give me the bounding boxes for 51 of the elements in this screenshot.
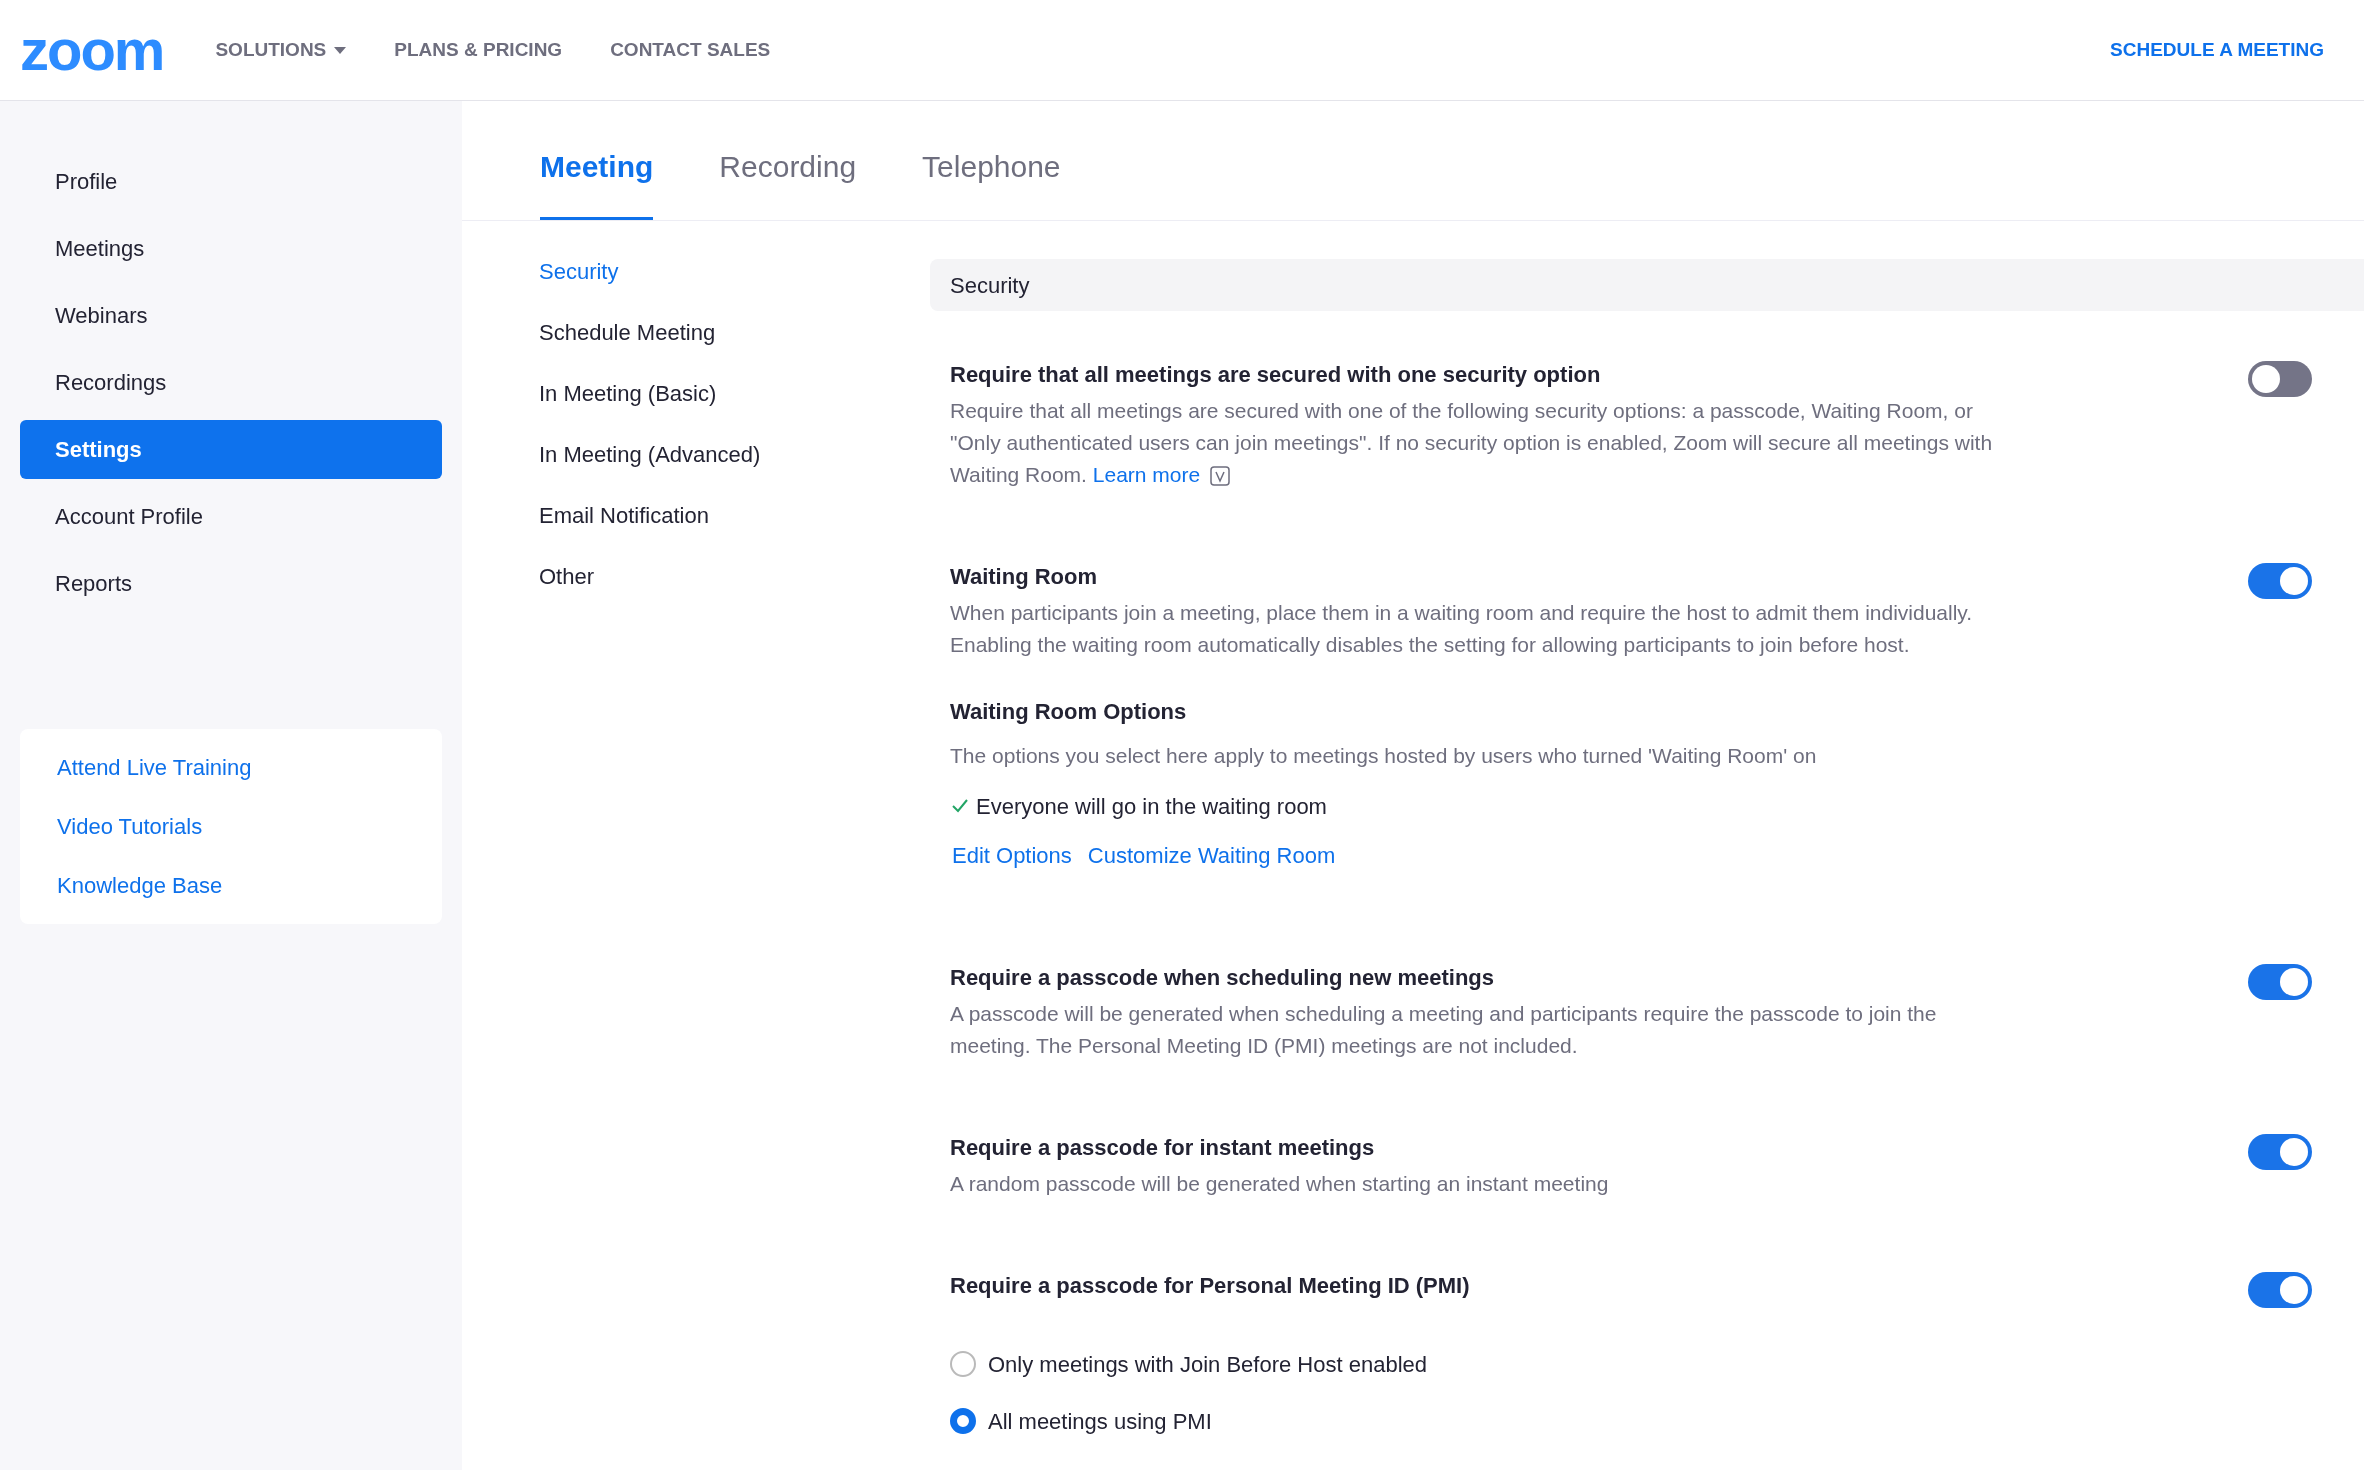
learn-more-link[interactable]: Learn more bbox=[1092, 463, 1201, 486]
nav-link[interactable]: CONTACT SALES bbox=[610, 35, 771, 65]
setting-title: Waiting Room bbox=[950, 563, 1099, 591]
subnav-item[interactable]: In Meeting (Basic) bbox=[539, 381, 930, 406]
radio-label: Only meetings with Join Before Host enabled bbox=[988, 1350, 1427, 1379]
subnav-item[interactable]: Other bbox=[539, 564, 930, 589]
setting-description: A random passcode will be generated when starting an instant meeting bbox=[950, 1170, 1610, 1197]
subnav-item[interactable]: Security bbox=[539, 259, 930, 284]
subnav-item[interactable]: In Meeting (Advanced) bbox=[539, 442, 930, 467]
tab[interactable]: Telephone bbox=[922, 144, 1061, 220]
toggle-switch[interactable] bbox=[2248, 1271, 2312, 1308]
toggle-switch[interactable] bbox=[2248, 1133, 2312, 1170]
subnav-item[interactable]: Schedule Meeting bbox=[539, 320, 930, 345]
setting-title: Require that all meetings are secured with one security option bbox=[950, 361, 1602, 389]
zoom-logo[interactable]: zoom bbox=[20, 21, 164, 79]
setting-description: A passcode will be generated when scheduling a meeting and participants require the passcode to join the meeting. The Personal Meeting ID (PMI) meetings are not included. bbox=[950, 1000, 1938, 1059]
toggle-switch[interactable] bbox=[2248, 963, 2312, 1000]
option-label: Everyone will go in the waiting room bbox=[976, 792, 1327, 821]
tab[interactable]: Recording bbox=[719, 144, 857, 220]
help-link[interactable]: Attend Live Training bbox=[57, 751, 405, 784]
section-header: Security bbox=[930, 259, 2364, 311]
option-link[interactable]: Edit Options bbox=[952, 838, 1072, 872]
setting-title: Require a passcode when scheduling new meetings bbox=[950, 963, 1496, 992]
nav-link[interactable]: PLANS & PRICING bbox=[394, 35, 563, 65]
options-description: The options you select here apply to meetings hosted by users who turned 'Waiting Room' on bbox=[950, 743, 1818, 769]
help-link[interactable]: Knowledge Base bbox=[57, 869, 405, 902]
radio-button[interactable] bbox=[950, 1408, 976, 1434]
sidebar-item[interactable]: Profile bbox=[20, 152, 442, 211]
sidebar-item[interactable]: Reports bbox=[20, 554, 442, 613]
schedule-meeting-link[interactable]: SCHEDULE A MEETING bbox=[2110, 35, 2324, 65]
help-link[interactable]: Video Tutorials bbox=[57, 810, 405, 843]
setting-description: When participants join a meeting, place them in a waiting room and require the host to admit them individually. Enabling the waiting room automatically disables the setting for allowing participants to join before host. bbox=[950, 600, 1974, 658]
video-icon bbox=[1210, 466, 1231, 486]
toggle-switch[interactable] bbox=[2248, 361, 2312, 397]
options-title: Waiting Room Options bbox=[950, 698, 1188, 726]
nav-link[interactable]: SOLUTIONS bbox=[215, 35, 347, 65]
sidebar-item[interactable]: Account Profile bbox=[20, 487, 442, 546]
option-link[interactable]: Customize Waiting Room bbox=[1087, 838, 1336, 872]
setting-title: Require a passcode for instant meetings bbox=[950, 1133, 1376, 1162]
tab[interactable]: Meeting bbox=[540, 144, 654, 220]
sidebar-item[interactable]: Meetings bbox=[20, 219, 442, 278]
sidebar-item[interactable]: Webinars bbox=[20, 286, 442, 345]
sidebar-item[interactable]: Settings bbox=[20, 420, 442, 479]
subnav-item[interactable]: Email Notification bbox=[539, 503, 930, 528]
setting-title: Require a passcode for Personal Meeting ID (PMI) bbox=[950, 1271, 1471, 1300]
toggle-switch[interactable] bbox=[2248, 563, 2312, 599]
radio-label: All meetings using PMI bbox=[988, 1407, 1212, 1436]
caret-icon bbox=[334, 46, 347, 54]
sidebar-item[interactable]: Recordings bbox=[20, 353, 442, 412]
setting-description: Require that all meetings are secured with one of the following security options: a passcode, Waiting Room, or "Only authenticated users can join meetings". If no security option is enabled, Zoom will secure all meetings with Waiting Room. Learn more bbox=[950, 398, 1994, 488]
radio-button[interactable] bbox=[950, 1351, 976, 1377]
